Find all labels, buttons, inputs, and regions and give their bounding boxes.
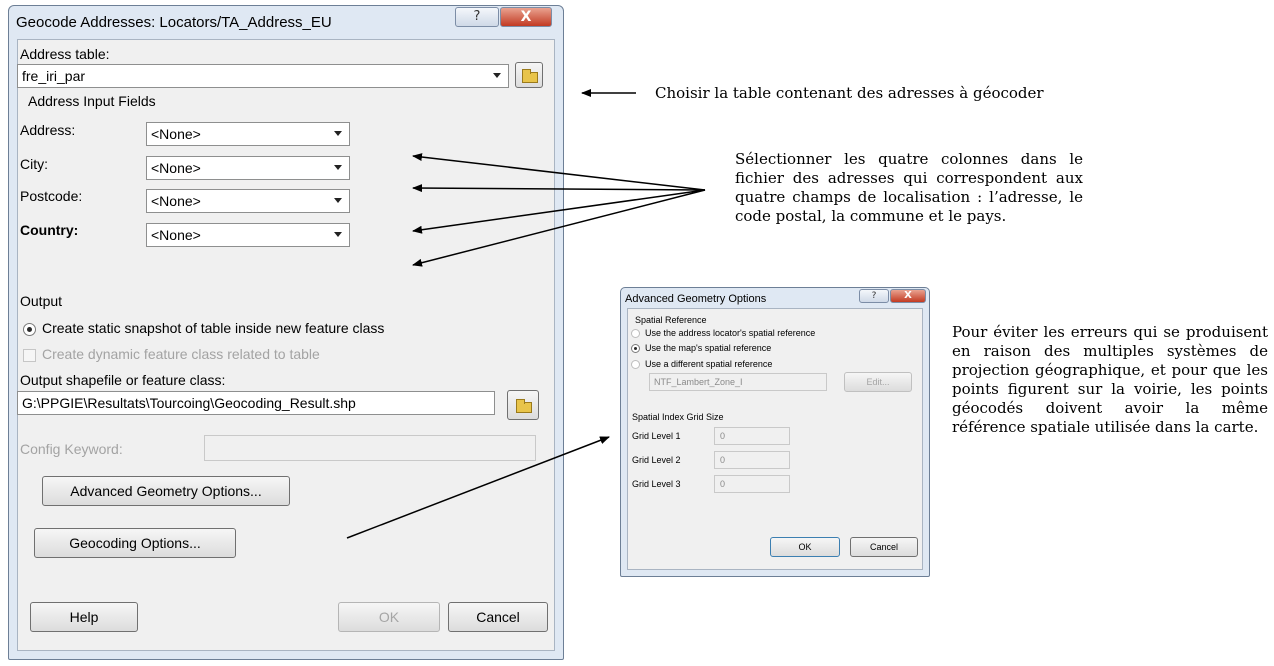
country-field-arrow	[412, 189, 706, 267]
table-caption: Choisir la table contenant des adresses …	[655, 84, 1044, 102]
fields-caption: Sélectionner les quatre colonnes dans le…	[735, 150, 1083, 225]
advanced-options-arrow	[346, 436, 610, 539]
city-field-arrow	[412, 184, 706, 193]
postcode-field-arrow	[412, 189, 706, 234]
advanced-caption: Pour éviter les erreurs qui se produisen…	[952, 323, 1268, 436]
address-field-arrow	[412, 153, 706, 191]
